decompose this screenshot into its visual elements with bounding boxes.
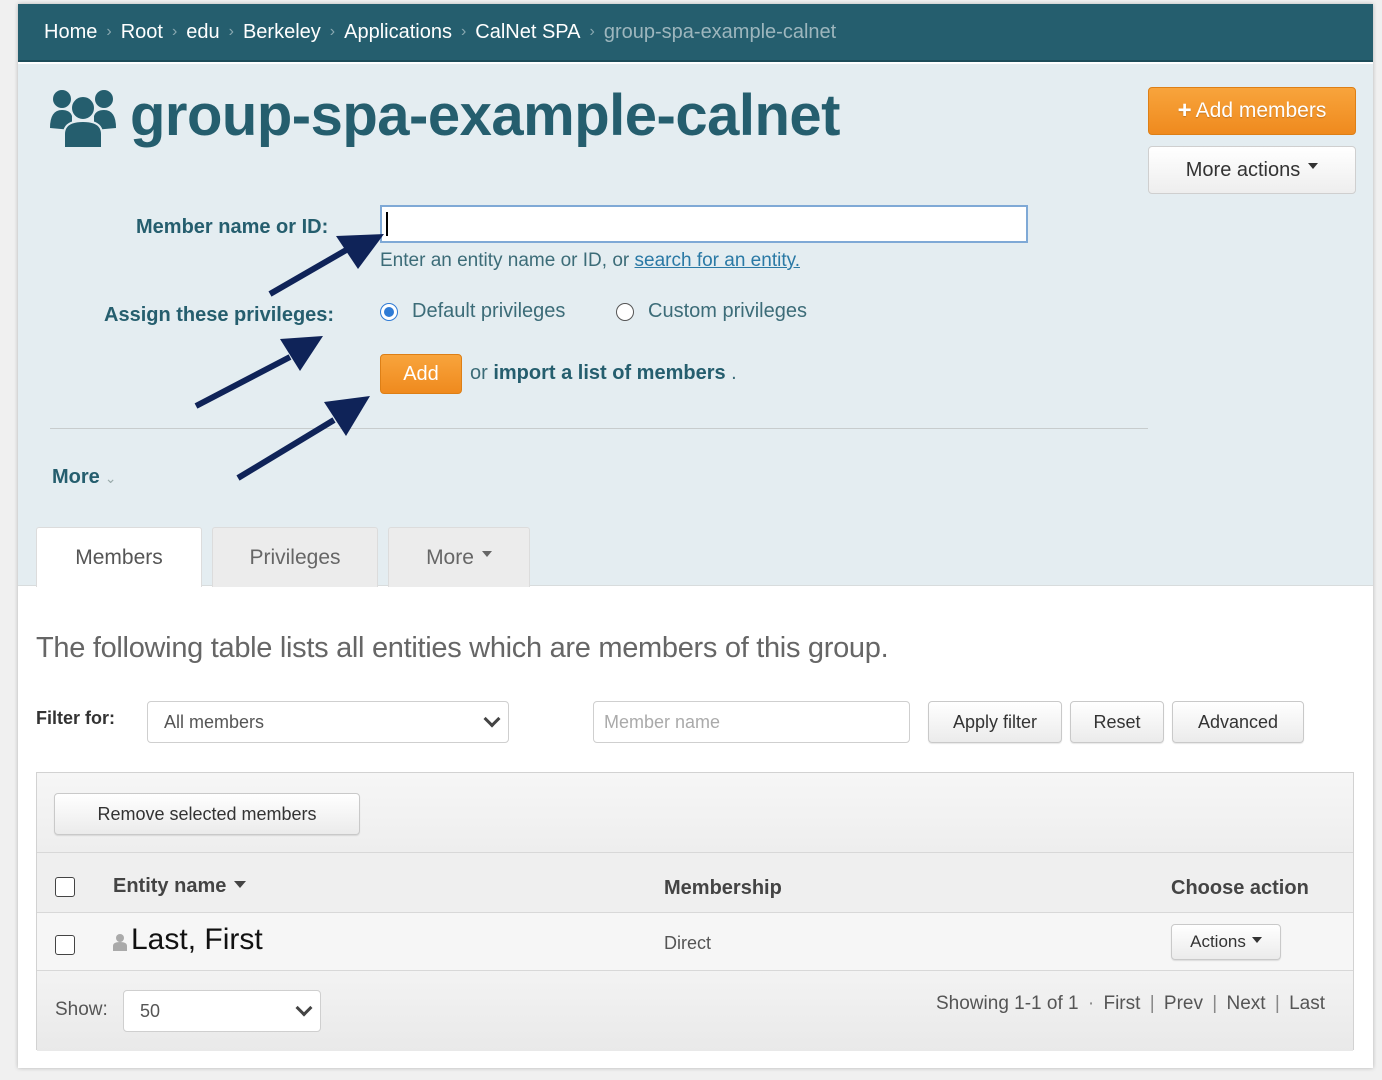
intro-text: The following table lists all entities w…: [36, 632, 889, 664]
arrow-to-member-input: [268, 246, 350, 297]
page-size-value: 50: [140, 1000, 161, 1021]
arrowhead-add-button: [324, 396, 370, 436]
sort-desc-icon: [234, 881, 247, 889]
chevron-right-icon: ›: [329, 23, 336, 40]
advanced-button[interactable]: Advanced: [1172, 701, 1304, 743]
chevron-right-icon: ›: [460, 23, 467, 40]
chevron-right-icon: ›: [171, 23, 178, 40]
apply-filter-button[interactable]: Apply filter: [928, 701, 1062, 743]
chevron-right-icon: ›: [589, 23, 595, 40]
breadcrumb-edu[interactable]: edu: [186, 21, 219, 44]
breadcrumb-berkeley[interactable]: Berkeley: [243, 21, 321, 44]
group-header: group-spa-example-calnet + Add members M…: [18, 64, 1373, 587]
page-size-select[interactable]: 50: [123, 990, 321, 1032]
column-membership: Membership: [664, 877, 782, 899]
select-all-checkbox[interactable]: [55, 877, 75, 897]
column-choose-action: Choose action: [1171, 877, 1309, 899]
table-toolbar: Remove selected members: [37, 773, 1353, 853]
pagination-divider: |: [1212, 993, 1218, 1014]
row-checkbox[interactable]: [55, 935, 75, 955]
arrow-to-privileges: [194, 354, 292, 409]
breadcrumb: Home › Root › edu › Berkeley › Applicati…: [18, 4, 1373, 62]
remove-selected-members-button[interactable]: Remove selected members: [54, 793, 360, 835]
members-table-panel: Remove selected members Entity name Memb…: [36, 772, 1354, 1051]
breadcrumb-applications[interactable]: Applications: [344, 21, 452, 44]
pagination-dot: ·: [1087, 993, 1095, 1014]
pagination-prev[interactable]: Prev: [1164, 993, 1203, 1014]
pagination-divider: |: [1274, 993, 1280, 1014]
breadcrumb-calnet-spa[interactable]: CalNet SPA: [475, 21, 580, 44]
caret-down-icon: [1251, 937, 1262, 943]
pagination-first[interactable]: First: [1103, 993, 1140, 1014]
page: Home › Root › edu › Berkeley › Applicati…: [18, 4, 1373, 1068]
filter-select[interactable]: All members: [147, 701, 509, 743]
show-label: Show:: [55, 999, 108, 1020]
member-name-filter-input[interactable]: [593, 701, 910, 743]
person-icon: [113, 934, 127, 951]
row-actions-label: Actions: [1190, 932, 1246, 951]
annotation-arrows: [194, 234, 384, 481]
table-header-row: Entity name Membership Choose action: [37, 853, 1353, 913]
filter-select-value: All members: [164, 711, 265, 732]
entity-name-link[interactable]: Last, First: [131, 923, 263, 957]
filter-label: Filter for:: [36, 708, 115, 728]
membership-value: Direct: [664, 933, 712, 953]
arrow-to-add-button: [236, 417, 336, 481]
column-entity-name[interactable]: Entity name: [113, 875, 247, 898]
row-actions-button[interactable]: Actions: [1171, 924, 1281, 960]
arrowhead-privileges: [280, 336, 323, 371]
pagination-last[interactable]: Last: [1289, 993, 1325, 1014]
breadcrumb-current: group-spa-example-calnet: [603, 20, 837, 43]
breadcrumb-home[interactable]: Home: [44, 21, 97, 44]
chevron-down-icon: [483, 710, 501, 728]
chevron-right-icon: ›: [228, 23, 234, 40]
column-entity-name-label: Entity name: [113, 875, 227, 897]
pagination-divider: |: [1149, 993, 1155, 1014]
pagination-next[interactable]: Next: [1227, 993, 1266, 1014]
pagination: Showing 1-1 of 1 · First | Prev | Next |…: [936, 993, 1325, 1015]
chevron-down-icon: [295, 999, 313, 1017]
breadcrumb-root[interactable]: Root: [121, 21, 163, 44]
reset-button[interactable]: Reset: [1070, 701, 1164, 743]
chevron-right-icon: ›: [106, 23, 112, 40]
pagination-summary: Showing 1-1 of 1: [936, 993, 1079, 1014]
